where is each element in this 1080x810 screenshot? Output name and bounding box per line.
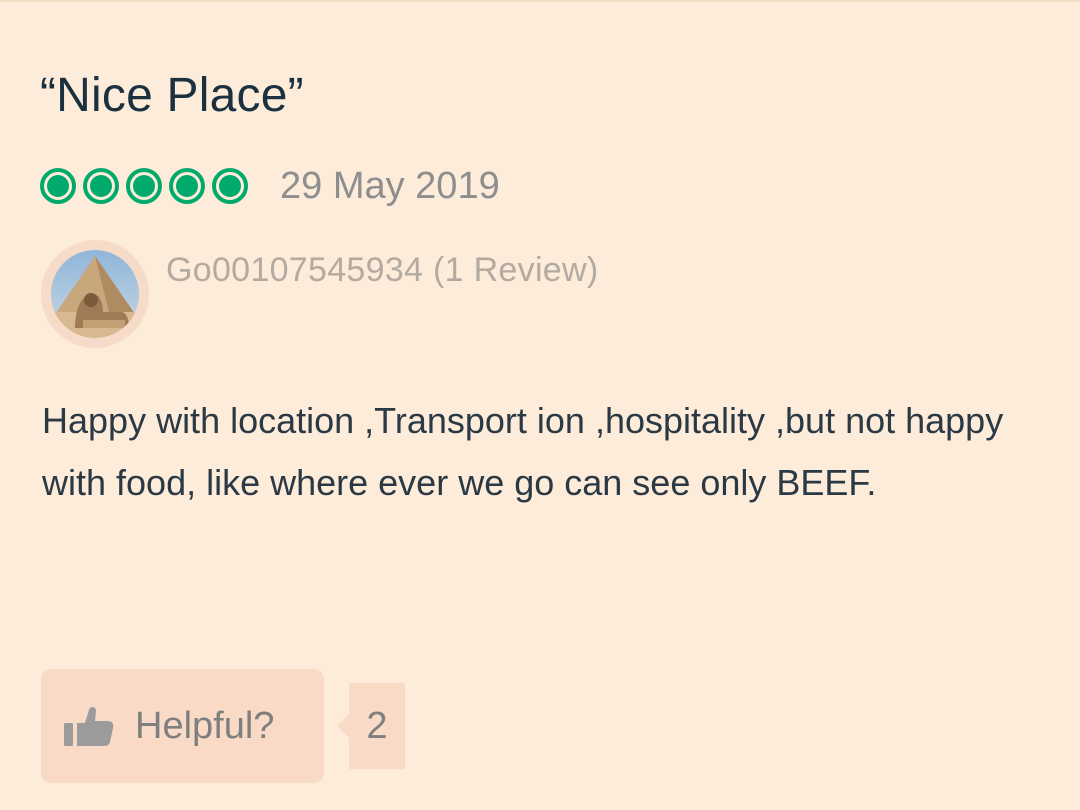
thumbs-up-icon: [64, 707, 114, 746]
reviewer-avatar[interactable]: [41, 240, 149, 348]
rating-bubble-icon: [212, 168, 248, 204]
review-text: Happy with location ,Transport ion ,hosp…: [42, 400, 1004, 503]
rating-bubbles: [40, 168, 248, 204]
rating-row: 29 May 2019: [40, 161, 500, 211]
rating-bubble-icon: [83, 168, 119, 204]
review-date: 29 May 2019: [280, 165, 500, 207]
avatar-image: [51, 250, 139, 338]
review-title: “Nice Place”: [40, 69, 304, 122]
helpful-label: Helpful?: [135, 705, 275, 747]
rating-bubble-icon: [169, 168, 205, 204]
helpful-count: 2: [337, 683, 405, 769]
helpful-button[interactable]: Helpful?: [41, 669, 324, 783]
rating-bubble-icon: [126, 168, 162, 204]
top-divider: [0, 0, 1080, 2]
rating-bubble-icon: [40, 168, 76, 204]
reviewer-name[interactable]: Go00107545934 (1 Review): [166, 248, 598, 292]
